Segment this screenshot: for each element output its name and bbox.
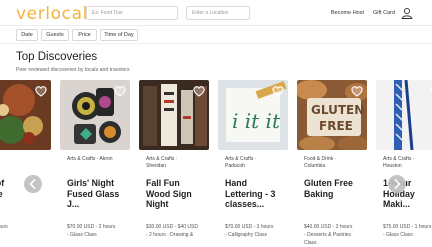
chevron-right-icon (394, 179, 401, 189)
verlocal-logo[interactable]: verlocal (16, 4, 88, 24)
carousel-prev-button[interactable] (24, 175, 42, 193)
section-subtitle: Peer reviewed discoveries by locals and … (16, 67, 130, 73)
svg-text:GLUTEN: GLUTEN (311, 103, 364, 117)
chevron-left-icon (29, 179, 36, 189)
discovery-card[interactable]: Arts & Crafts · Sheridan Fall Fun Wood S… (139, 80, 209, 243)
discovery-card[interactable]: rk g of ace - 3 hours vent (0, 80, 51, 243)
search-input[interactable]: Ex: Food Tour (86, 6, 178, 20)
card-meta: - 3 hours vent (0, 224, 8, 230)
card-title[interactable]: Fall Fun Wood Sign Night (146, 178, 208, 210)
filter-time-of-day[interactable]: Time of Day (100, 29, 138, 41)
card-category: Food & Drink · Columbia (304, 156, 337, 169)
card-category: rk (0, 156, 50, 163)
location-input[interactable]: Enter a Location (186, 6, 250, 20)
card-category: Arts & Crafts · Akron (67, 156, 113, 162)
top-header: verlocal Ex: Food Tour Enter a Location … (0, 0, 432, 27)
card-meta: $70.00 USD - 2 hours - Glass Class (67, 224, 116, 238)
card-category: Arts & Crafts · Paducah (225, 156, 257, 169)
header-divider (0, 25, 432, 26)
user-account-icon[interactable] (401, 7, 413, 19)
favorite-heart-icon[interactable] (34, 84, 48, 98)
svg-text:FREE: FREE (319, 119, 353, 133)
gift-card-link[interactable]: Gift Card (373, 10, 395, 16)
favorite-heart-icon[interactable] (192, 84, 206, 98)
filter-guests[interactable]: Guests (41, 29, 69, 41)
card-image[interactable] (376, 80, 432, 150)
filter-divider (0, 43, 432, 44)
svg-text:i it it: i it it (232, 109, 281, 133)
card-meta: $30.00 USD - $40 USD - 2 hours - Drawing… (146, 224, 198, 238)
card-category: Arts & Crafts · Houston (383, 156, 415, 169)
discovery-card[interactable]: Arts & Crafts · Houston 1-Hour Holiday M… (376, 80, 432, 243)
discovery-card[interactable]: i it it Arts & Crafts · Paducah Hand Let… (218, 80, 288, 243)
favorite-heart-icon[interactable] (113, 84, 127, 98)
card-meta: $75.00 USD - 1 hours - Glass Class (383, 224, 432, 238)
card-category: Arts & Crafts · Sheridan (146, 156, 178, 169)
section-title: Top Discoveries (16, 51, 98, 63)
filter-date[interactable]: Date (16, 29, 38, 41)
card-title[interactable]: Girls' Night Fused Glass J... (67, 178, 129, 210)
card-meta: $40.00 USD - 3 hours - Desserts & Pastri… (304, 224, 353, 246)
card-meta: $70.00 USD - 3 hours - Calligraphy Class (225, 224, 274, 238)
carousel-next-button[interactable] (388, 175, 406, 193)
card-title[interactable]: Hand Lettering - 3 classes... (225, 178, 287, 210)
favorite-heart-icon[interactable] (350, 84, 364, 98)
discovery-card[interactable]: GLUTEN FREE Food & Drink · Columbia Glut… (297, 80, 367, 246)
card-title[interactable]: Gluten Free Baking (304, 178, 366, 199)
discovery-card[interactable]: Arts & Crafts · Akron Girls' Night Fused… (60, 80, 130, 243)
favorite-heart-icon[interactable] (271, 84, 285, 98)
filter-price[interactable]: Price (72, 29, 97, 41)
become-host-link[interactable]: Become Host (331, 10, 364, 16)
